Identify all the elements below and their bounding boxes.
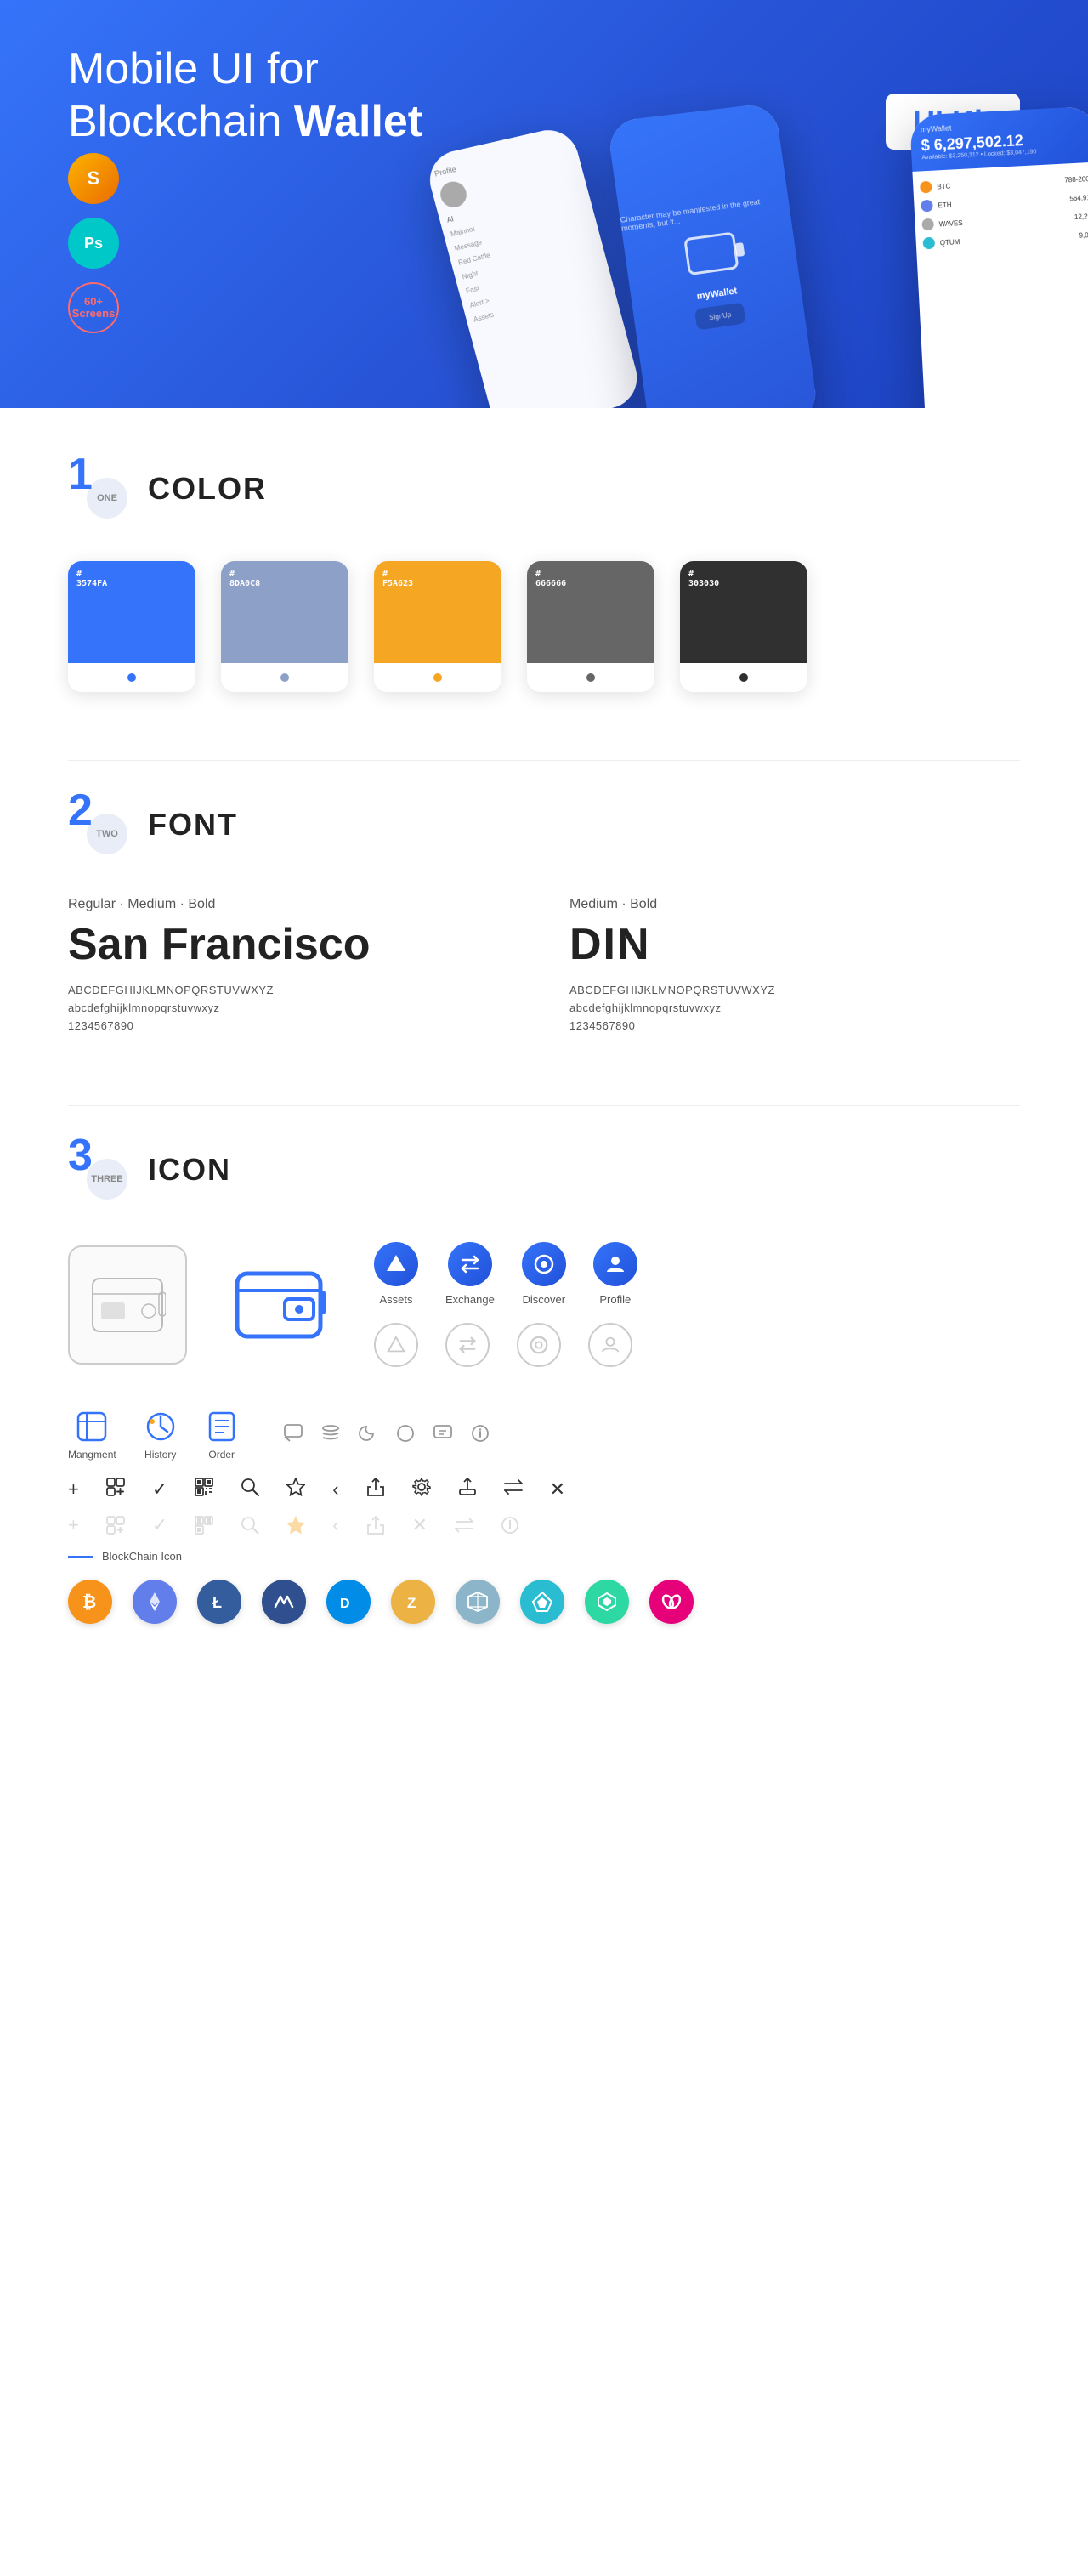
phone-mockups: Profile AI Mainnet Message Red Cattle Ni… [442, 34, 1088, 408]
decred-icon [585, 1580, 629, 1624]
font-grid: Regular · Medium · Bold San Francisco AB… [68, 897, 1020, 1037]
nav-icon-exchange-outline [445, 1323, 490, 1367]
nav-icon-discover: Discover [522, 1242, 566, 1306]
layers-icon [320, 1423, 341, 1448]
font-san-francisco: Regular · Medium · Bold San Francisco AB… [68, 897, 518, 1037]
nav-icon-exchange: Exchange [445, 1242, 495, 1306]
tab-icon-order: Order [205, 1410, 239, 1461]
upload-icon [458, 1478, 477, 1501]
color-swatch-gray: #666666 [527, 561, 654, 692]
swap-icon [504, 1478, 523, 1501]
sketch-badge: S [68, 153, 119, 204]
icon-section-number: 3 THREE [68, 1140, 128, 1200]
color-swatch-blue: #3574FA [68, 561, 196, 692]
message-icon [433, 1423, 453, 1448]
blockchain-line [68, 1556, 94, 1558]
share-icon [366, 1478, 385, 1501]
tab-icon-history: History [144, 1410, 178, 1461]
zcash-icon: Z [391, 1580, 435, 1624]
waves-icon [262, 1580, 306, 1624]
screens-badge: 60+ Screens [68, 282, 119, 333]
check-icon: ✓ [152, 1478, 167, 1501]
font-section-header: 2 TWO FONT [68, 795, 1020, 854]
hero-section: Mobile UI for Blockchain Wallet UI Kit S… [0, 0, 1088, 408]
qr-icon [195, 1478, 213, 1501]
svg-text:D: D [340, 1597, 350, 1611]
small-icons-active: + ✓ ‹ [68, 1478, 1020, 1501]
crypto-icons-row: ₿ Ł D Z [68, 1580, 1020, 1624]
info-icon [470, 1423, 490, 1448]
phone-middle: Character may be manifested in the great… [607, 102, 819, 408]
wallet-blue-icon [221, 1245, 340, 1365]
star-icon [286, 1478, 305, 1501]
back-icon: ‹ [332, 1478, 338, 1501]
search-icon [241, 1478, 259, 1501]
small-icons-inactive: + ✓ ‹ ✕ [68, 1514, 1020, 1536]
close-icon: ✕ [550, 1478, 565, 1501]
svg-text:₿: ₿ [82, 1593, 96, 1612]
nav-icon-assets-outline [374, 1323, 418, 1367]
polkadot-icon [649, 1580, 694, 1624]
font-din: Medium · Bold DIN ABCDEFGHIJKLMNOPQRSTUV… [570, 897, 1020, 1037]
plus-icon: + [68, 1478, 79, 1501]
nav-icon-assets: Assets [374, 1242, 418, 1306]
phone-left: Profile AI Mainnet Message Red Cattle Ni… [423, 124, 643, 408]
color-section: 1 ONE COLOR #3574FA #8DA0C8 [68, 459, 1020, 692]
font-section-number: 2 TWO [68, 795, 128, 854]
litecoin-icon: Ł [197, 1580, 241, 1624]
icon-grid-main: Assets Exchange Discover [68, 1242, 1020, 1367]
font-section: 2 TWO FONT Regular · Medium · Bold San F… [68, 795, 1020, 1037]
wallet-wireframe-icon [68, 1245, 187, 1365]
circle-icon [395, 1423, 416, 1448]
chat-icon [283, 1422, 303, 1448]
color-section-number: 1 ONE [68, 459, 128, 519]
color-swatches-container: #3574FA #8DA0C8 #F5A623 #6 [68, 561, 1020, 692]
icon-section-header: 3 THREE ICON [68, 1140, 1020, 1200]
grid-add-icon [106, 1478, 125, 1501]
color-swatch-orange: #F5A623 [374, 561, 502, 692]
bitcoin-icon: ₿ [68, 1580, 112, 1624]
ethereum-icon [133, 1580, 177, 1624]
phone-right: myWallet $ 6,297,502.12 Available: $3,25… [910, 106, 1088, 408]
dash-icon: D [326, 1580, 371, 1624]
nav-icon-profile: Profile [593, 1242, 638, 1306]
gear-icon [412, 1478, 431, 1501]
svg-text:Ł: Ł [212, 1594, 222, 1611]
stratis-icon [520, 1580, 564, 1624]
blockchain-label-row: BlockChain Icon [68, 1550, 1020, 1563]
tab-icon-management: Mangment [68, 1410, 116, 1461]
nav-icon-discover-outline [517, 1323, 561, 1367]
svg-text:Z: Z [407, 1595, 416, 1611]
hero-title: Mobile UI for Blockchain Wallet [68, 43, 493, 149]
color-swatch-slate: #8DA0C8 [221, 561, 348, 692]
hero-badges: S Ps 60+ Screens [68, 153, 119, 333]
color-section-header: 1 ONE COLOR [68, 459, 1020, 519]
moon-icon [358, 1423, 378, 1448]
main-content: 1 ONE COLOR #3574FA #8DA0C8 [0, 408, 1088, 1743]
ps-badge: Ps [68, 218, 119, 269]
icon-tab-row: Mangment History O [68, 1410, 1020, 1461]
icon-section: 3 THREE ICON [68, 1140, 1020, 1624]
grid-coin-icon [456, 1580, 500, 1624]
color-swatch-dark: #303030 [680, 561, 808, 692]
nav-icon-profile-outline [588, 1323, 632, 1367]
